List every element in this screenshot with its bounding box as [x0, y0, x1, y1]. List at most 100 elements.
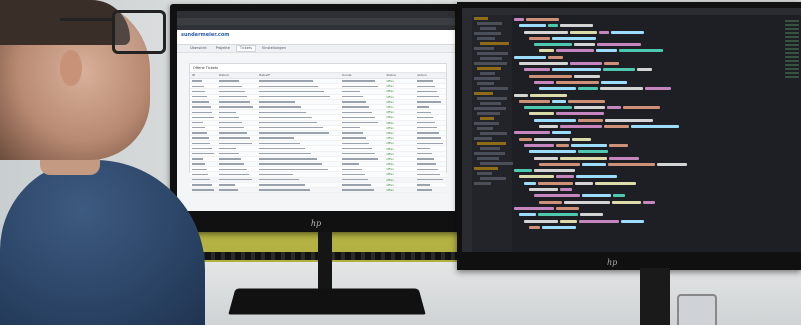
file-tree-item[interactable] — [480, 42, 509, 45]
file-tree-item[interactable] — [480, 132, 507, 135]
file-tree-item[interactable] — [480, 177, 506, 180]
grid-cell — [190, 136, 217, 140]
code-token — [542, 225, 576, 229]
code-token — [599, 30, 609, 34]
file-tree-item[interactable] — [474, 107, 506, 110]
code-token — [556, 80, 599, 84]
code-token — [539, 87, 576, 91]
file-tree-item[interactable] — [474, 92, 493, 95]
grid-cell — [190, 84, 217, 88]
code-token — [548, 55, 563, 59]
smartphone — [677, 294, 717, 325]
file-tree-item[interactable] — [474, 17, 488, 20]
file-tree-item[interactable] — [477, 157, 499, 160]
code-token — [582, 162, 606, 166]
status-badge: Offen — [386, 94, 394, 99]
status-badge: Offen — [386, 146, 394, 151]
file-tree-item[interactable] — [474, 167, 498, 170]
code-token — [604, 125, 629, 129]
code-token — [631, 125, 679, 129]
code-token — [514, 55, 546, 59]
code-token — [605, 118, 653, 122]
file-tree-item[interactable] — [480, 27, 496, 30]
grid-cell — [257, 126, 340, 130]
file-tree-item[interactable] — [477, 37, 495, 40]
code-token — [574, 74, 600, 78]
file-tree-item[interactable] — [474, 137, 492, 140]
file-tree-item[interactable] — [474, 122, 499, 125]
grid-cell — [415, 183, 446, 187]
file-tree-item[interactable] — [480, 117, 494, 120]
file-tree-item[interactable] — [477, 172, 492, 175]
ide-code-area — [514, 18, 781, 252]
code-token — [579, 219, 619, 223]
grid-cell — [190, 105, 217, 109]
file-tree-item[interactable] — [480, 162, 513, 165]
code-token — [529, 112, 554, 116]
code-token — [552, 68, 601, 72]
grid-cell — [190, 147, 217, 151]
grid-cell — [415, 178, 446, 182]
file-tree-item[interactable] — [474, 32, 501, 35]
ide-minimap — [785, 20, 799, 80]
code-token — [607, 106, 621, 110]
file-tree-item[interactable] — [477, 52, 508, 55]
file-tree-item[interactable] — [477, 82, 494, 85]
file-tree-item[interactable] — [474, 47, 494, 50]
file-tree-item[interactable] — [474, 182, 491, 185]
grid-cell — [257, 110, 340, 114]
code-token — [560, 24, 593, 28]
code-token — [556, 112, 604, 116]
nav-tab[interactable]: Übersicht — [187, 46, 210, 51]
grid-cell — [415, 95, 446, 99]
code-token — [524, 181, 536, 185]
grid-cell — [415, 172, 446, 176]
left-monitor: sundermeier.com Übersicht Projekte Tickets… — [170, 4, 462, 232]
grid-cell — [340, 147, 384, 151]
file-tree-item[interactable] — [480, 72, 495, 75]
grid-cell — [217, 141, 257, 145]
file-tree-item[interactable] — [480, 57, 502, 60]
code-token — [539, 162, 580, 166]
file-tree-item[interactable] — [477, 127, 493, 130]
nav-tab[interactable]: Projekte — [213, 46, 233, 51]
grid-cell — [415, 89, 446, 93]
code-token — [643, 200, 655, 204]
status-badge: Offen — [386, 110, 394, 115]
grid-cell — [340, 141, 384, 145]
file-tree-item[interactable] — [477, 142, 506, 145]
status-badge: Offen — [386, 188, 394, 193]
ticket-panel: Offene Tickets ID Datum Betreff Kunde Status… — [189, 63, 447, 194]
nav-tab[interactable]: Tickets — [235, 45, 257, 52]
left-monitor-stand — [318, 232, 332, 292]
file-tree-item[interactable] — [477, 112, 500, 115]
grid-cell — [257, 84, 340, 88]
grid-cell — [257, 152, 340, 156]
code-token — [619, 49, 663, 53]
table-row[interactable]: Offen — [190, 188, 446, 194]
code-token — [556, 143, 569, 147]
grid-cell — [190, 131, 217, 135]
grid-cell — [217, 167, 257, 171]
file-tree-item[interactable] — [480, 87, 508, 90]
code-token — [519, 213, 536, 217]
photo-scene: sundermeier.com Übersicht Projekte Tickets… — [0, 0, 801, 325]
status-badge: Offen — [386, 105, 394, 110]
code-token — [538, 181, 573, 185]
file-tree-item[interactable] — [477, 97, 507, 100]
file-tree-item[interactable] — [474, 152, 505, 155]
code-token — [575, 181, 593, 185]
code-token — [552, 36, 596, 40]
file-tree-item[interactable] — [480, 147, 500, 150]
file-tree-item[interactable] — [477, 67, 501, 70]
grid-cell — [217, 152, 257, 156]
status-badge: Offen — [386, 130, 394, 135]
nav-tab[interactable]: Einstellungen — [259, 46, 289, 51]
code-token — [560, 188, 572, 192]
code-token — [572, 137, 591, 141]
file-tree-item[interactable] — [477, 22, 502, 25]
file-tree-item[interactable] — [480, 102, 501, 105]
file-tree-item[interactable] — [474, 77, 500, 80]
file-tree-item[interactable] — [474, 62, 507, 65]
grid-cell — [217, 79, 257, 83]
